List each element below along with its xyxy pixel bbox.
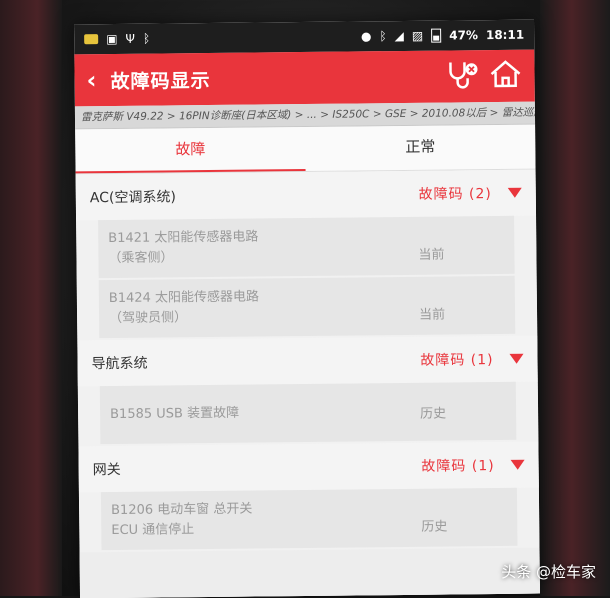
tab-fault[interactable]: 故障 [75,126,306,174]
group-header-ac[interactable]: AC(空调系统) 故障码 (2) [75,169,537,221]
home-icon[interactable] [488,59,522,93]
group-fault-count: 故障码 (2) [418,186,492,203]
group-name: 网关 [92,461,121,479]
group-header-navigation[interactable]: 导航系统 故障码 (1) [77,335,538,387]
fault-code-description: B1585 USB 装置故障 [110,405,240,423]
signal-icon: ◢ [394,28,404,44]
bluetooth-icon: ᛒ [142,31,151,46]
group-fault-count: 故障码 (1) [421,458,495,475]
watermark: 头条 @检车家 [501,561,596,582]
bluetooth-status-icon: ᛒ [379,29,387,44]
clear-codes-icon[interactable] [446,59,480,93]
fault-code-status: 当前 [418,307,446,323]
page-title: 故障码显示 [110,69,211,93]
location-icon: ● [360,29,372,44]
screen: ▣ Ψ ᛒ ● ᛒ ◢ ▨ 47% 18:11 ‹ 故障码显示 雷克萨斯 V49… [74,19,540,598]
app-bar: ‹ 故障码显示 [74,49,535,107]
fault-code-description: B1424 太阳能传感器电路 （驾驶员侧） [108,289,260,327]
dropdown-triangle-icon[interactable] [507,187,522,198]
device-bezel-right [540,0,610,596]
dropdown-triangle-icon[interactable] [510,459,525,470]
list-empty-area [79,547,540,598]
watermark-text: 头条 @检车家 [501,563,596,581]
tab-bar: 故障 正常 [75,124,536,175]
group-name: AC(空调系统) [89,189,176,207]
image-icon: ▣ [106,31,118,47]
fault-code-status: 历史 [420,406,447,422]
fault-code-status: 当前 [418,247,445,263]
tab-normal[interactable]: 正常 [305,125,535,171]
notification-icon [84,34,99,45]
fault-code-row[interactable]: B1585 USB 装置故障 历史 [99,381,517,445]
battery-percent: 47% [449,28,479,43]
device-frame: ▣ Ψ ᛒ ● ᛒ ◢ ▨ 47% 18:11 ‹ 故障码显示 雷克萨斯 V49… [0,0,610,598]
dropdown-triangle-icon[interactable] [509,353,524,364]
fault-code-description: B1206 电动车窗 总开关 ECU 通信停止 [111,501,253,539]
fault-code-row[interactable]: B1421 太阳能传感器电路 （乘客侧） 当前 [98,215,515,279]
fault-code-description: B1421 太阳能传感器电路 （乘客侧） [108,229,259,267]
battery-icon [431,28,442,43]
usb-icon: Ψ [125,31,136,46]
fault-code-list: AC(空调系统) 故障码 (2) B1421 太阳能传感器电路 （乘客侧） 当前… [75,169,540,598]
status-bar: ▣ Ψ ᛒ ● ᛒ ◢ ▨ 47% 18:11 [74,19,535,55]
no-sim-icon: ▨ [411,28,424,43]
group-name: 导航系统 [91,355,148,373]
group-fault-count: 故障码 (1) [420,352,494,369]
back-arrow-icon[interactable]: ‹ [86,66,96,94]
group-header-gateway[interactable]: 网关 故障码 (1) [78,441,539,493]
device-bezel-left [0,0,62,596]
fault-code-row[interactable]: B1206 电动车窗 总开关 ECU 通信停止 历史 [100,487,518,551]
fault-code-row[interactable]: B1424 太阳能传感器电路 （驾驶员侧） 当前 [98,275,516,339]
clock: 18:11 [485,27,525,43]
fault-code-status: 历史 [421,519,448,535]
